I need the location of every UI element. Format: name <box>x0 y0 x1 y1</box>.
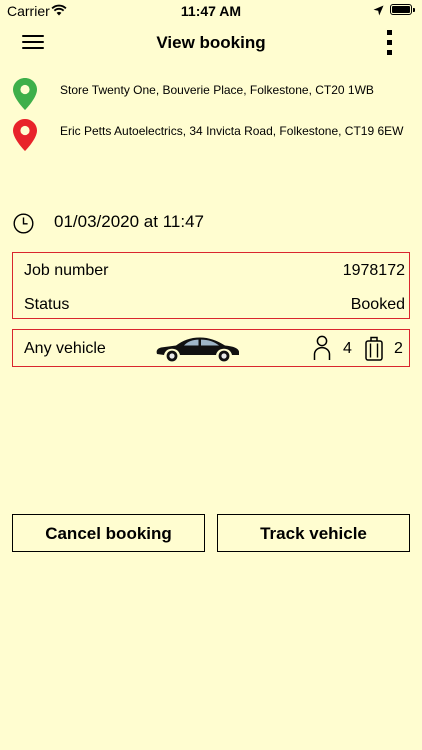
status-label: Status <box>24 296 70 313</box>
track-vehicle-button[interactable]: Track vehicle <box>217 514 410 552</box>
location-arrow-icon <box>373 5 384 16</box>
status-bar: Carrier 11:47 AM <box>0 0 422 22</box>
page-title: View booking <box>156 33 266 52</box>
dropoff-address: Eric Petts Autoelectrics, 34 Invicta Roa… <box>60 124 404 138</box>
battery-icon <box>390 4 412 15</box>
pickup-address: Store Twenty One, Bouverie Place, Folkes… <box>60 83 374 97</box>
passenger-icon <box>313 335 331 360</box>
clock-time: 11:47 AM <box>180 3 242 19</box>
status-value: Booked <box>350 296 405 313</box>
booking-datetime: 01/03/2020 at 11:47 <box>54 212 204 231</box>
more-options-icon[interactable] <box>382 30 396 56</box>
job-number-value: 1978172 <box>342 262 405 279</box>
car-icon <box>156 337 239 362</box>
vehicle-box: Any vehicle 4 2 <box>12 329 410 367</box>
vehicle-type: Any vehicle <box>24 340 106 357</box>
pickup-pin-icon <box>13 78 37 110</box>
dropoff-pin-icon <box>13 119 37 151</box>
luggage-icon <box>365 336 383 361</box>
luggage-count: 2 <box>394 340 403 357</box>
battery-tip <box>413 8 415 12</box>
job-details-box: Job number 1978172 Status Booked <box>12 252 410 319</box>
cancel-booking-button[interactable]: Cancel booking <box>12 514 205 552</box>
clock-icon <box>13 213 34 234</box>
job-number-label: Job number <box>24 262 109 279</box>
passenger-count: 4 <box>343 340 352 357</box>
